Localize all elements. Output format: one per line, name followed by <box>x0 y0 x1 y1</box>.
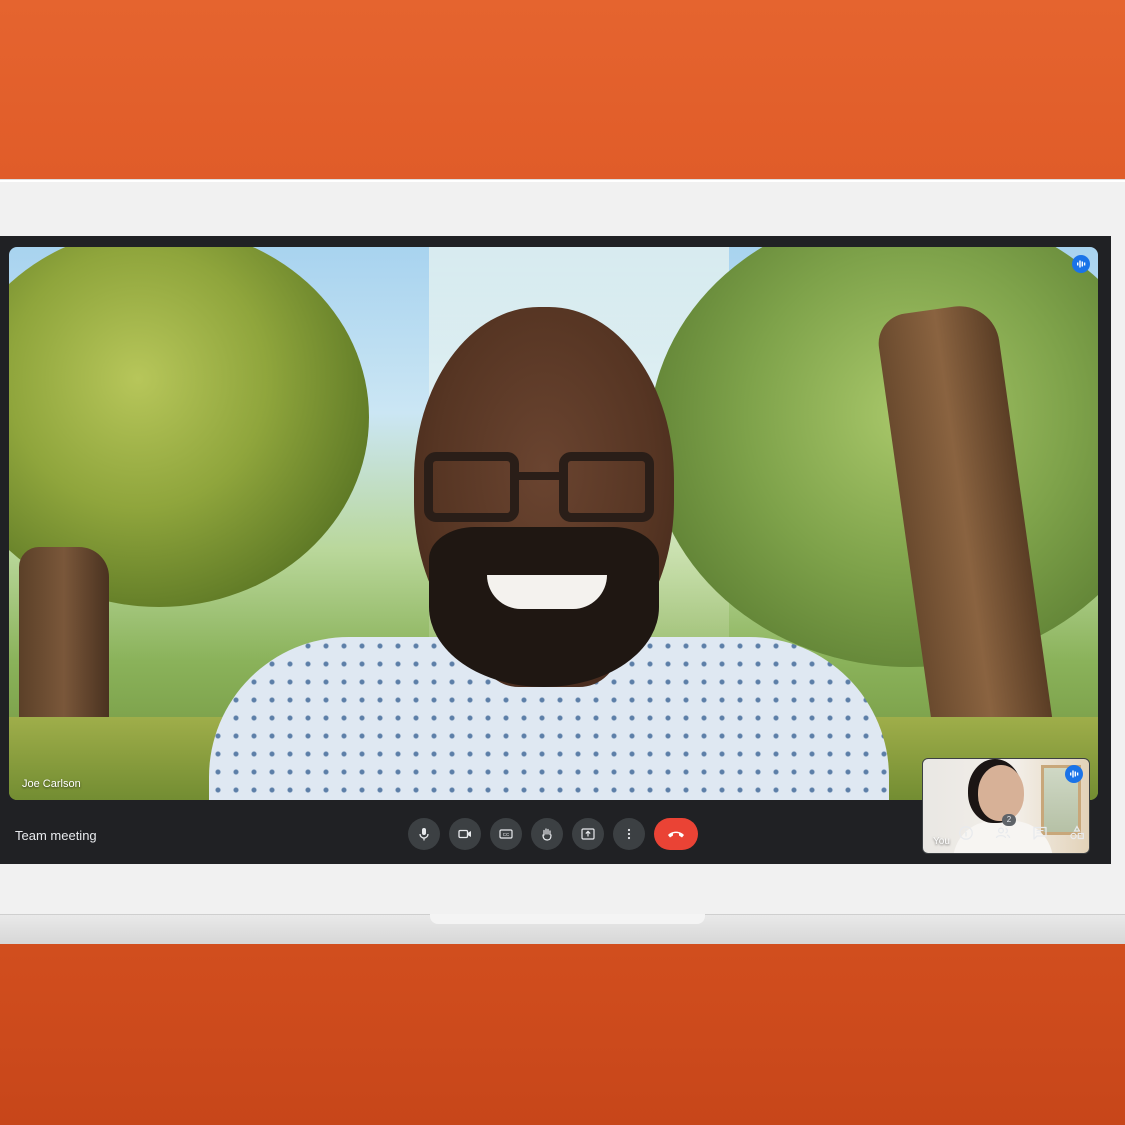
present-icon <box>581 828 595 840</box>
microphone-icon <box>419 828 429 841</box>
audio-bars-icon <box>1070 770 1079 778</box>
participant-count-badge: 2 <box>1002 814 1016 826</box>
meeting-tools: 2 <box>956 814 1087 843</box>
microphone-button[interactable] <box>408 818 440 850</box>
info-icon <box>959 826 973 840</box>
people-icon <box>995 827 1011 839</box>
people-button[interactable]: 2 <box>993 814 1016 843</box>
meeting-title: Team meeting <box>15 828 97 843</box>
speaker-glasses <box>424 452 519 522</box>
captions-icon: CC <box>499 829 513 839</box>
speaking-indicator-icon <box>1072 255 1090 273</box>
laptop-notch <box>430 914 705 924</box>
more-options-icon <box>627 828 631 840</box>
call-controls: CC <box>408 818 698 850</box>
end-call-button[interactable] <box>654 818 698 850</box>
meet-window: Joe Carlson You Team meeting CC 2 <box>0 236 1111 864</box>
speaker-video <box>209 307 889 800</box>
speaker-glasses <box>559 452 654 522</box>
camera-button[interactable] <box>449 818 481 850</box>
raise-hand-button[interactable] <box>531 818 563 850</box>
main-video-tile[interactable]: Joe Carlson <box>9 247 1098 800</box>
more-options-button[interactable] <box>613 818 645 850</box>
speaker-smile <box>487 575 607 609</box>
svg-text:CC: CC <box>503 832 510 837</box>
speaker-name-label: Joe Carlson <box>22 778 81 790</box>
speaker-glasses-bridge <box>514 472 564 480</box>
speaking-indicator-icon <box>1065 765 1083 783</box>
meeting-info-button[interactable] <box>956 823 976 843</box>
chat-button[interactable] <box>1030 823 1050 843</box>
raise-hand-icon <box>542 828 552 841</box>
end-call-icon <box>668 831 684 838</box>
audio-bars-icon <box>1077 260 1086 268</box>
captions-button[interactable]: CC <box>490 818 522 850</box>
present-button[interactable] <box>572 818 604 850</box>
activities-button[interactable] <box>1067 823 1087 843</box>
chat-icon <box>1033 826 1047 840</box>
camera-icon <box>458 829 471 839</box>
laptop: Joe Carlson You Team meeting CC 2 <box>0 180 1125 944</box>
control-bar: Team meeting CC 2 <box>0 808 1111 864</box>
activities-icon <box>1070 825 1084 840</box>
